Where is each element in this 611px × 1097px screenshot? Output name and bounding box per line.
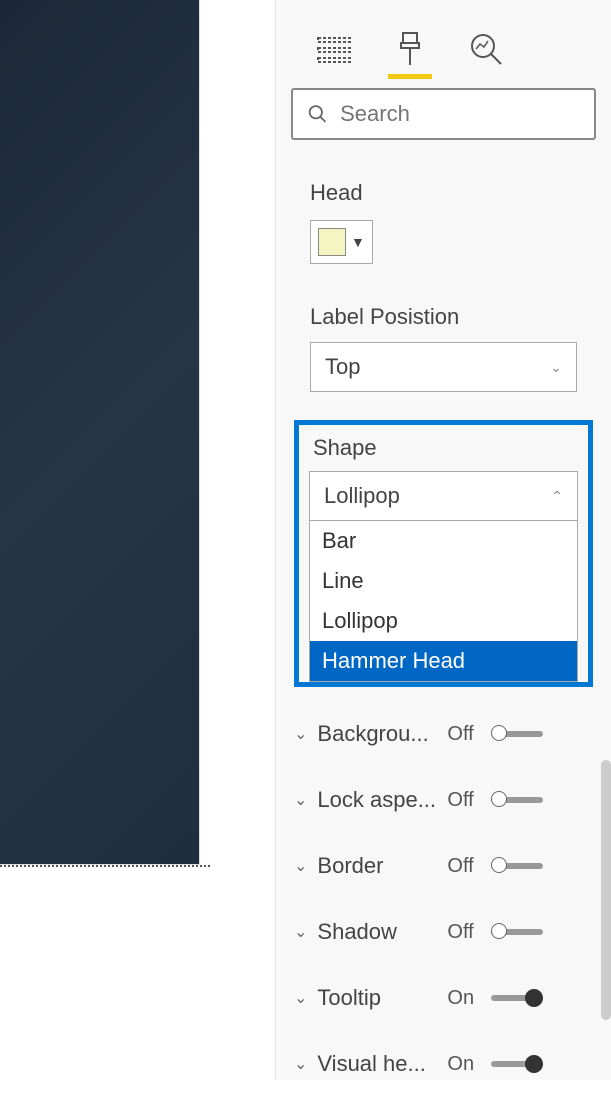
toggle-shadow[interactable] — [491, 929, 543, 935]
chevron-down-icon: ⌄ — [294, 1054, 307, 1074]
property-state: Off — [447, 723, 483, 746]
property-state: On — [447, 1053, 483, 1076]
fields-tab-icon[interactable] — [316, 31, 352, 67]
head-color-picker[interactable]: ▼ — [310, 220, 373, 264]
chevron-down-icon: ⌄ — [294, 856, 307, 876]
property-label: Visual he... — [317, 1051, 447, 1077]
property-label: Tooltip — [317, 985, 447, 1011]
chevron-down-icon: ⌄ — [550, 359, 562, 376]
toggle-visualheader[interactable] — [491, 1061, 543, 1067]
selection-boundary — [0, 865, 210, 867]
shape-option-line[interactable]: Line — [310, 561, 577, 601]
toggle-tooltip[interactable] — [491, 995, 543, 1001]
report-canvas-area — [0, 0, 275, 1080]
property-border[interactable]: ⌄ Border Off — [276, 833, 611, 899]
shape-option-lollipop[interactable]: Lollipop — [310, 601, 577, 641]
shape-section-highlighted: Shape Lollipop ⌃ Bar Line Lollipop Hamme… — [294, 420, 593, 687]
label-position-label: Label Posistion — [276, 304, 611, 330]
shape-option-hammerhead[interactable]: Hammer Head — [310, 641, 577, 681]
label-position-dropdown[interactable]: Top ⌄ — [310, 342, 577, 392]
shape-option-bar[interactable]: Bar — [310, 521, 577, 561]
search-input[interactable] — [340, 101, 580, 127]
property-label: Backgrou... — [317, 721, 447, 747]
panel-tabs — [276, 0, 611, 78]
chevron-down-icon: ⌄ — [294, 988, 307, 1008]
property-state: On — [447, 987, 483, 1010]
toggle-background[interactable] — [491, 731, 543, 737]
property-background[interactable]: ⌄ Backgrou... Off — [276, 701, 611, 767]
head-color-swatch — [318, 228, 346, 256]
property-tooltip[interactable]: ⌄ Tooltip On — [276, 965, 611, 1031]
chevron-up-icon: ⌃ — [551, 488, 563, 505]
visual-preview[interactable] — [0, 0, 200, 865]
analytics-tab-icon[interactable] — [468, 31, 504, 67]
search-box[interactable] — [291, 88, 596, 140]
shape-option-list: Bar Line Lollipop Hammer Head — [309, 521, 578, 682]
format-panel: Head ▼ Label Posistion Top ⌄ Shape Lolli… — [275, 0, 611, 1080]
chevron-down-icon: ⌄ — [294, 724, 307, 744]
chevron-down-icon: ▼ — [351, 234, 365, 250]
property-state: Off — [447, 855, 483, 878]
toggle-lockaspect[interactable] — [491, 797, 543, 803]
property-visualheader[interactable]: ⌄ Visual he... On — [276, 1031, 611, 1097]
label-position-value: Top — [325, 354, 360, 380]
toggle-border[interactable] — [491, 863, 543, 869]
property-label: Shadow — [317, 919, 447, 945]
shape-dropdown-value: Lollipop — [324, 483, 400, 509]
panel-scrollbar[interactable] — [601, 760, 611, 1020]
chevron-down-icon: ⌄ — [294, 790, 307, 810]
property-state: Off — [447, 921, 483, 944]
shape-dropdown[interactable]: Lollipop ⌃ — [309, 471, 578, 521]
format-tab-icon[interactable] — [392, 31, 428, 67]
search-icon — [307, 102, 328, 126]
property-label: Lock aspe... — [317, 787, 447, 813]
property-lockaspect[interactable]: ⌄ Lock aspe... Off — [276, 767, 611, 833]
property-shadow[interactable]: ⌄ Shadow Off — [276, 899, 611, 965]
shape-label: Shape — [309, 435, 578, 461]
head-label: Head — [276, 180, 611, 206]
chevron-down-icon: ⌄ — [294, 922, 307, 942]
property-state: Off — [447, 789, 483, 812]
property-label: Border — [317, 853, 447, 879]
